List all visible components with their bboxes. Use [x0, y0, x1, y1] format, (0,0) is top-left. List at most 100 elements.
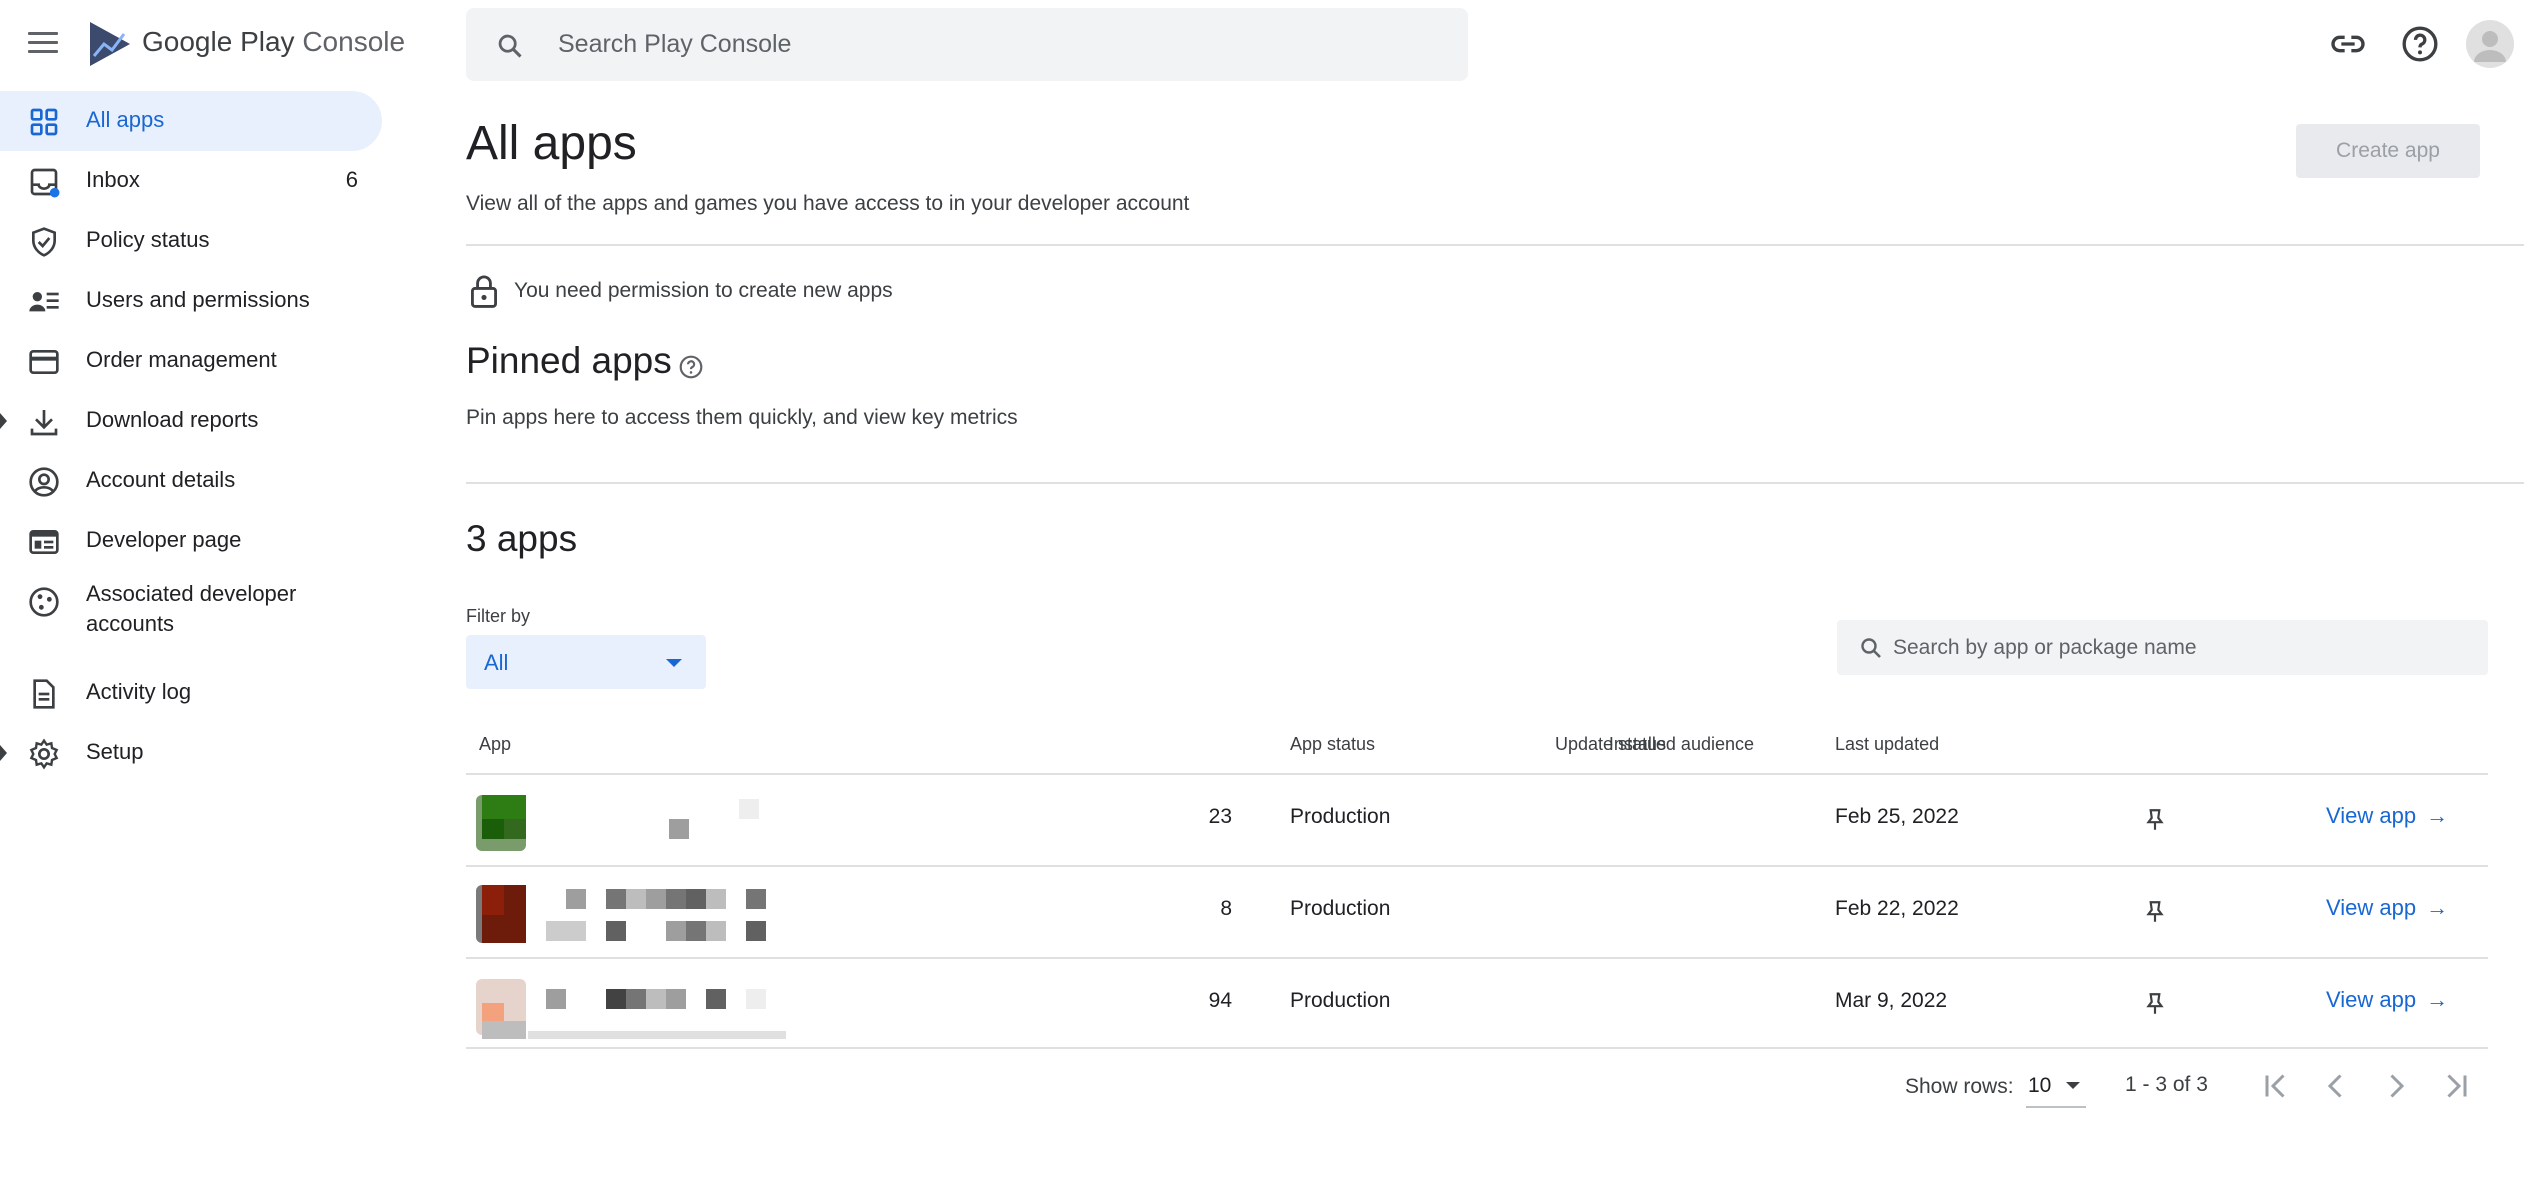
app-search-input[interactable]	[1893, 628, 2473, 668]
avatar[interactable]	[2466, 20, 2514, 68]
column-header-app[interactable]: App	[479, 734, 511, 755]
app-status: Production	[1290, 805, 1391, 828]
sidebar-item-download-reports[interactable]: Download reports	[0, 391, 382, 451]
column-header-update-status[interactable]: Update status	[1555, 734, 1666, 755]
app-icon-redacted	[476, 973, 786, 1039]
sidebar-item-label: All apps	[86, 107, 165, 132]
view-app-link[interactable]: View app →	[2326, 987, 2448, 1013]
sidebar-item-all-apps[interactable]: All apps	[0, 91, 382, 151]
permission-notice-text: You need permission to create new apps	[514, 279, 893, 302]
arrow-right-icon: →	[2426, 895, 2449, 920]
table-row[interactable]: 94 Production Mar 9, 2022 View app →	[466, 957, 2488, 1049]
users-icon	[29, 292, 59, 312]
pinned-apps-subtitle: Pin apps here to access them quickly, an…	[466, 406, 1018, 429]
view-app-link[interactable]: View app →	[2326, 895, 2448, 921]
play-console-logo	[90, 22, 130, 66]
global-search[interactable]	[466, 8, 1468, 81]
sidebar-item-account-details[interactable]: Account details	[0, 451, 382, 511]
rows-per-page-select[interactable]: 10	[2026, 1066, 2086, 1108]
sidebar-item-users-and-permissions[interactable]: Users and permissions	[0, 271, 382, 331]
installed-audience: 94	[1208, 989, 1232, 1012]
dropdown-arrow-icon	[666, 659, 682, 667]
arrow-right-icon: →	[2426, 987, 2449, 1012]
top-bar: Google Play Console	[0, 0, 2524, 88]
page-title: All apps	[466, 117, 637, 170]
filter-select[interactable]: All	[466, 635, 706, 689]
account-icon	[2474, 31, 2506, 62]
first-page-icon[interactable]	[2258, 1068, 2294, 1104]
divider	[466, 244, 2524, 246]
last-updated: Feb 22, 2022	[1835, 897, 1959, 920]
document-icon	[33, 679, 55, 709]
web-page-icon	[29, 530, 59, 554]
sidebar-item-label: Developer page	[86, 527, 242, 552]
next-page-icon[interactable]	[2378, 1068, 2414, 1104]
sidebar-item-label: Setup	[86, 739, 144, 764]
table-row[interactable]: 8 Production Feb 22, 2022 View app →	[466, 865, 2488, 957]
column-header-app-status[interactable]: App status	[1290, 734, 1375, 755]
lock-icon	[471, 275, 497, 308]
sidebar-item-inbox[interactable]: Inbox 6	[0, 151, 382, 211]
installed-audience: 8	[1220, 897, 1232, 920]
column-header-last-updated[interactable]: Last updated	[1835, 734, 1939, 755]
sidebar-item-label: Download reports	[86, 407, 259, 432]
sidebar: All apps Inbox 6 Policy status Users and…	[0, 88, 400, 1186]
sidebar-item-setup[interactable]: Setup	[0, 723, 382, 783]
grid-icon	[30, 108, 58, 136]
view-app-link[interactable]: View app →	[2326, 803, 2448, 829]
sidebar-item-label: Users and permissions	[86, 287, 310, 312]
show-rows-label: Show rows:	[1905, 1075, 2014, 1098]
sidebar-item-label: Account details	[86, 467, 236, 492]
arrow-right-icon: →	[2426, 803, 2449, 828]
sidebar-item-label: Activity log	[86, 679, 192, 704]
page-subtitle: View all of the apps and games you have …	[466, 192, 1190, 215]
help-icon[interactable]	[2400, 24, 2440, 64]
app-icon-redacted	[476, 789, 778, 855]
search-input[interactable]	[558, 22, 1438, 67]
table-row[interactable]: 23 Production Feb 25, 2022 View app →	[466, 773, 2488, 865]
rows-per-page-value: 10	[2028, 1074, 2052, 1097]
sidebar-item-policy-status[interactable]: Policy status	[0, 211, 382, 271]
create-app-button[interactable]: Create app	[2296, 124, 2480, 178]
shield-icon	[32, 227, 56, 257]
pin-icon[interactable]	[2142, 807, 2168, 833]
filter-label: Filter by	[466, 606, 531, 626]
view-app-label: View app	[2326, 803, 2417, 828]
app-search[interactable]	[1837, 620, 2488, 675]
search-icon	[1861, 638, 1881, 658]
previous-page-icon[interactable]	[2318, 1068, 2354, 1104]
expand-caret-icon[interactable]	[0, 745, 7, 761]
view-app-label: View app	[2326, 895, 2417, 920]
credit-card-icon	[29, 350, 59, 374]
link-icon[interactable]	[2328, 24, 2368, 64]
sidebar-item-label: Policy status	[86, 227, 210, 252]
sidebar-item-label: Order management	[86, 347, 277, 372]
sidebar-item-activity-log[interactable]: Activity log	[0, 663, 382, 723]
help-icon[interactable]	[678, 354, 704, 380]
brand-name: Google Play Console	[142, 26, 405, 58]
account-circle-icon	[29, 467, 59, 497]
sidebar-item-developer-page[interactable]: Developer page	[0, 511, 382, 571]
inbox-count-badge: 6	[345, 167, 358, 192]
pinned-apps-title: Pinned apps	[466, 340, 672, 381]
app-status: Production	[1290, 897, 1391, 920]
last-updated: Mar 9, 2022	[1835, 989, 1948, 1012]
filter-value: All	[484, 650, 509, 675]
app-icon-redacted	[476, 881, 778, 947]
pin-icon[interactable]	[2142, 991, 2168, 1017]
last-page-icon[interactable]	[2438, 1068, 2474, 1104]
sidebar-item-associated-developer-accounts[interactable]: Associated developer accounts	[0, 571, 382, 647]
sidebar-item-order-management[interactable]: Order management	[0, 331, 382, 391]
inbox-icon	[30, 168, 60, 198]
pin-icon[interactable]	[2142, 899, 2168, 925]
brand-console: Console	[302, 26, 406, 57]
menu-icon[interactable]	[26, 28, 60, 62]
sidebar-item-label: Inbox	[86, 167, 140, 192]
view-app-label: View app	[2326, 987, 2417, 1012]
apps-count-title: 3 apps	[466, 518, 578, 559]
installed-audience: 23	[1208, 805, 1232, 828]
gear-icon	[29, 738, 59, 770]
dropdown-arrow-icon	[2066, 1082, 2080, 1089]
search-icon	[498, 34, 522, 58]
expand-caret-icon[interactable]	[0, 413, 7, 429]
